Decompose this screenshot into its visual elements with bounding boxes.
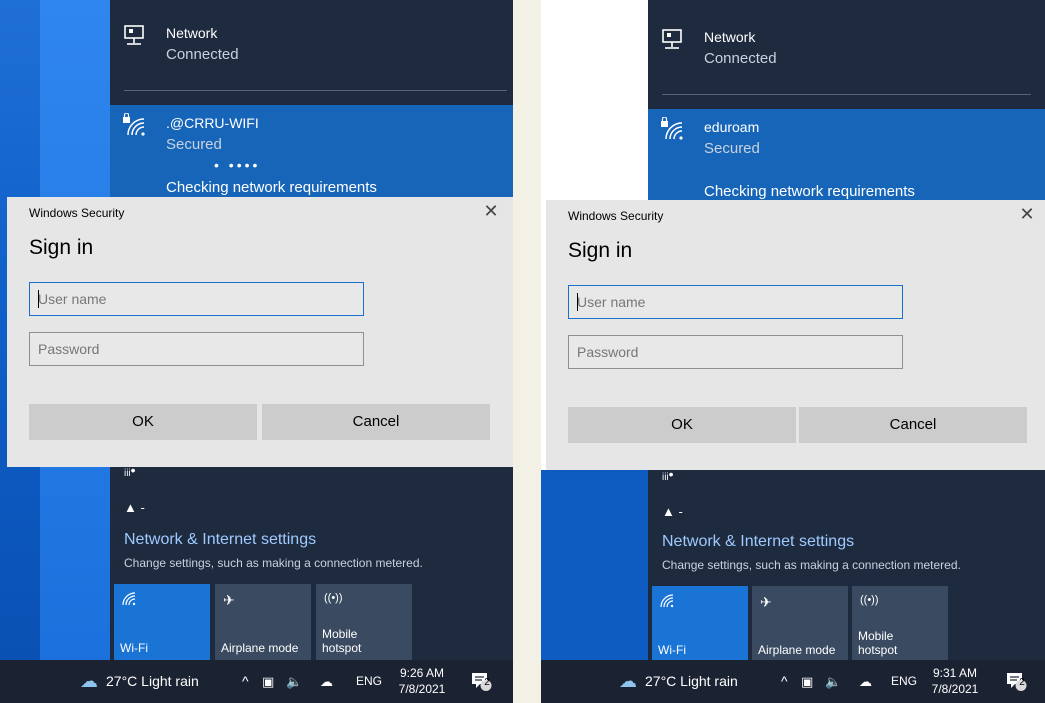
- airplane-icon: ✈: [223, 592, 235, 608]
- windows-security-dialog: Windows Security ✕ Sign in User name Pas…: [546, 200, 1045, 470]
- network-icon: ▲ -: [662, 504, 683, 519]
- dialog-title: Windows Security: [29, 206, 125, 220]
- right-screenshot: Network Connected eduroam Secured Checki…: [541, 0, 1045, 703]
- clock-date: 7/8/2021: [931, 682, 979, 696]
- chevron-up-icon[interactable]: ^: [242, 660, 249, 703]
- network-settings-link[interactable]: Network & Internet settings: [662, 533, 854, 551]
- close-icon[interactable]: ✕: [481, 201, 501, 222]
- hotspot-icon: ((•)): [324, 592, 343, 604]
- language-indicator[interactable]: ENG: [356, 660, 382, 703]
- onedrive-icon[interactable]: ☁: [859, 660, 872, 703]
- mobile-hotspot-label: Mobile hotspot: [322, 627, 362, 655]
- separator: [124, 90, 507, 91]
- sign-in-heading: Sign in: [568, 239, 633, 262]
- wifi-icon: [660, 594, 674, 611]
- username-input[interactable]: User name: [568, 285, 903, 319]
- wifi-tile[interactable]: Wi-Fi: [114, 584, 210, 660]
- password-input[interactable]: Password: [568, 335, 903, 369]
- wifi-network-item[interactable]: eduroam Secured Checking network require…: [648, 109, 1045, 201]
- left-screenshot: Network Connected .@CRRU-WIFI Secured • …: [0, 0, 513, 703]
- wired-network-status: Connected: [704, 50, 777, 67]
- clock-time: 9:26 AM: [399, 666, 445, 680]
- wifi-network-name: .@CRRU-WIFI: [166, 115, 259, 131]
- wifi-network-item[interactable]: .@CRRU-WIFI Secured • •••• Checking netw…: [110, 105, 513, 201]
- mobile-hotspot-tile[interactable]: ((•)) Mobile hotspot: [852, 586, 948, 662]
- mobile-hotspot-tile[interactable]: ((•)) Mobile hotspot: [316, 584, 412, 660]
- notification-count: 2: [484, 677, 490, 688]
- checking-message: Checking network requirements: [166, 179, 377, 196]
- clock[interactable]: 9:26 AM 7/8/2021: [392, 665, 452, 697]
- wifi-network-status: Secured: [704, 140, 760, 157]
- airplane-mode-tile[interactable]: ✈ Airplane mode: [215, 584, 311, 660]
- dialog-title: Windows Security: [568, 209, 664, 223]
- language-indicator[interactable]: ENG: [891, 660, 917, 703]
- network-tray-icon[interactable]: ▣: [262, 660, 274, 703]
- separator: [662, 94, 1031, 95]
- network-tray-icon[interactable]: ▣: [801, 660, 813, 703]
- secured-wifi-icon: [660, 116, 686, 141]
- network-settings-link[interactable]: Network & Internet settings: [124, 531, 316, 549]
- wifi-tile-label: Wi-Fi: [658, 643, 686, 657]
- wifi-icon: [122, 592, 136, 609]
- weather-text[interactable]: 27°C Light rain: [106, 660, 199, 703]
- volume-icon[interactable]: 🔈: [286, 660, 302, 703]
- ok-button[interactable]: OK: [29, 404, 257, 440]
- wifi-tile[interactable]: Wi-Fi: [652, 586, 748, 662]
- weather-text[interactable]: 27°C Light rain: [645, 660, 738, 703]
- network-settings-description: Change settings, such as making a connec…: [662, 558, 961, 572]
- wifi-network-name: eduroam: [704, 119, 760, 135]
- weather-cloud-icon: ☁: [619, 671, 637, 691]
- divider: [513, 0, 541, 703]
- notification-center-icon[interactable]: 2: [1005, 670, 1027, 692]
- secured-wifi-icon: [122, 112, 148, 137]
- airplane-icon: ✈: [760, 594, 772, 610]
- wifi-network-status: Secured: [166, 136, 222, 153]
- mobile-hotspot-label: Mobile hotspot: [858, 629, 898, 657]
- airplane-mode-label: Airplane mode: [221, 641, 299, 655]
- hotspot-icon: ((•)): [860, 594, 879, 606]
- airplane-mode-tile[interactable]: ✈ Airplane mode: [752, 586, 848, 662]
- ethernet-icon: [660, 29, 686, 53]
- wired-network-item[interactable]: Network Connected: [648, 26, 1045, 86]
- wired-network-name: Network: [704, 29, 756, 45]
- wired-network-item[interactable]: Network Connected: [110, 22, 513, 82]
- onedrive-icon[interactable]: ☁: [320, 660, 333, 703]
- cancel-button[interactable]: Cancel: [262, 404, 490, 440]
- ok-button[interactable]: OK: [568, 407, 796, 443]
- wifi-tile-label: Wi-Fi: [120, 641, 148, 655]
- windows-security-dialog: Windows Security ✕ Sign in User name Pas…: [7, 197, 513, 467]
- weather-cloud-icon: ☁: [80, 671, 98, 691]
- close-icon[interactable]: ✕: [1017, 204, 1037, 225]
- ethernet-icon: [122, 25, 148, 49]
- cancel-button[interactable]: Cancel: [799, 407, 1027, 443]
- password-input[interactable]: Password: [29, 332, 364, 366]
- clock-time: 9:31 AM: [932, 666, 978, 680]
- network-icon: ▲ -: [124, 500, 145, 515]
- sign-in-heading: Sign in: [29, 236, 94, 259]
- clock[interactable]: 9:31 AM 7/8/2021: [925, 665, 985, 697]
- taskbar: ☁ 27°C Light rain ^ ▣ 🔈 ☁ ENG 9:26 AM 7/…: [0, 660, 513, 703]
- chevron-up-icon[interactable]: ^: [781, 660, 788, 703]
- clock-date: 7/8/2021: [398, 682, 446, 696]
- notification-center-icon[interactable]: 2: [470, 670, 492, 692]
- network-settings-description: Change settings, such as making a connec…: [124, 556, 423, 570]
- taskbar: ☁ 27°C Light rain ^ ▣ 🔈 ☁ ENG 9:31 AM 7/…: [541, 660, 1045, 703]
- airplane-mode-label: Airplane mode: [758, 643, 836, 657]
- volume-icon[interactable]: 🔈: [825, 660, 841, 703]
- username-input[interactable]: User name: [29, 282, 364, 316]
- wired-network-name: Network: [166, 25, 218, 41]
- notification-count: 2: [1019, 677, 1025, 688]
- wired-network-status: Connected: [166, 46, 239, 63]
- progress-dots: • ••••: [214, 157, 261, 173]
- checking-message: Checking network requirements: [704, 183, 915, 200]
